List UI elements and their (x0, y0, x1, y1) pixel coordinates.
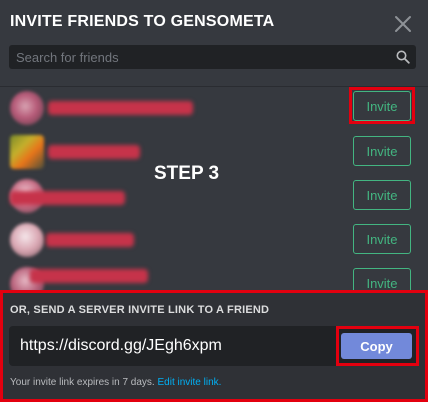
expire-text: Your invite link expires in 7 days. (10, 377, 155, 388)
invite-expiry-note: Your invite link expires in 7 days. Edit… (10, 377, 221, 388)
dialog-header: INVITE FRIENDS TO GENSOMETA (0, 0, 428, 86)
invite-button[interactable]: Invite (353, 91, 411, 121)
copy-button[interactable]: Copy (341, 333, 412, 359)
invite-link-section: OR, SEND A SERVER INVITE LINK TO A FRIEN… (0, 290, 428, 402)
step-annotation-label: STEP 3 (154, 163, 220, 184)
friends-list[interactable]: Invite Invite Invite Invite Invite STEP … (0, 87, 428, 290)
dialog-title: INVITE FRIENDS TO GENSOMETA (10, 13, 275, 30)
invite-button[interactable]: Invite (353, 224, 411, 254)
invite-link-section-title: OR, SEND A SERVER INVITE LINK TO A FRIEN… (10, 304, 270, 316)
friend-avatar (10, 135, 44, 169)
search-icon (396, 50, 410, 64)
friend-name-redacted (48, 101, 193, 115)
invite-button[interactable]: Invite (353, 180, 411, 210)
edit-invite-link[interactable]: Edit invite link. (158, 377, 222, 388)
friend-name-redacted (48, 145, 140, 159)
friend-row: Invite (0, 219, 428, 263)
friend-name-redacted (46, 233, 134, 247)
friend-row: Invite (0, 263, 428, 290)
invite-button[interactable]: Invite (353, 136, 411, 166)
friend-name-redacted (30, 269, 148, 283)
friend-name-redacted (10, 191, 125, 205)
invite-link-text[interactable]: https://discord.gg/JEgh6xpm (20, 337, 222, 355)
invite-button[interactable]: Invite (353, 268, 411, 290)
friend-row: Invite (0, 87, 428, 131)
close-icon[interactable] (393, 14, 413, 34)
search-bar (9, 45, 416, 69)
search-input[interactable] (9, 45, 396, 69)
friend-avatar (10, 223, 44, 257)
friend-avatar (10, 91, 44, 125)
